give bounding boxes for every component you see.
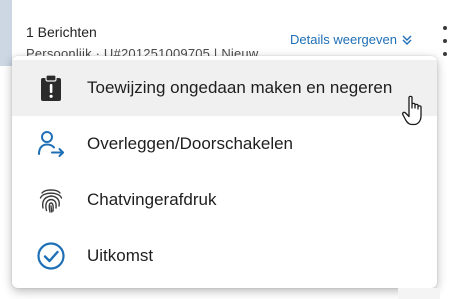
person-transfer-icon bbox=[36, 129, 66, 159]
kebab-dot bbox=[443, 52, 447, 56]
message-count: 1 Berichten bbox=[26, 24, 97, 40]
menu-item-label: Toewijzing ongedaan maken en negeren bbox=[87, 78, 393, 97]
actions-menu: Toewijzing ongedaan maken en negeren Ove… bbox=[12, 56, 437, 288]
more-options-button[interactable] bbox=[437, 26, 453, 56]
background-panel bbox=[398, 288, 440, 299]
menu-item-chat-fingerprint[interactable]: Chatvingerafdruk bbox=[12, 172, 437, 228]
details-link[interactable]: Details weergeven bbox=[290, 32, 413, 47]
menu-item-unassign-ignore[interactable]: Toewijzing ongedaan maken en negeren bbox=[12, 60, 437, 116]
menu-item-label: Chatvingerafdruk bbox=[87, 190, 217, 209]
kebab-dot bbox=[443, 39, 447, 43]
clipboard-alert-icon bbox=[36, 73, 66, 103]
check-circle-icon bbox=[36, 241, 66, 271]
fingerprint-icon bbox=[36, 185, 66, 215]
menu-item-outcome[interactable]: Uitkomst bbox=[12, 228, 437, 284]
menu-item-consult-transfer[interactable]: Overleggen/Doorschakelen bbox=[12, 116, 437, 172]
details-link-label: Details weergeven bbox=[290, 32, 397, 47]
left-rail bbox=[0, 0, 12, 66]
menu-item-label: Uitkomst bbox=[87, 246, 154, 265]
kebab-dot bbox=[443, 26, 447, 30]
menu-item-label: Overleggen/Doorschakelen bbox=[87, 134, 294, 153]
double-chevron-down-icon bbox=[402, 35, 412, 45]
